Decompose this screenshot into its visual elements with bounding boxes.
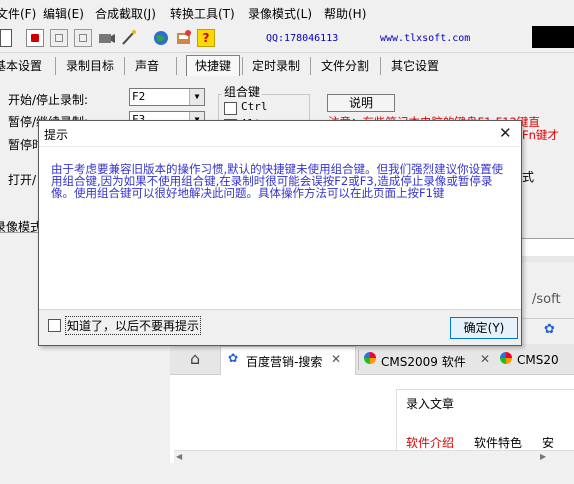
menu-convert-tools[interactable]: 转换工具(T) (170, 5, 235, 22)
tab-sound[interactable]: 声音 (135, 57, 159, 74)
tab-hotkeys[interactable]: 快捷键 (195, 57, 231, 74)
ctrl-label: Ctrl (241, 100, 268, 113)
divider (0, 232, 42, 233)
note-line-2: Fn键才 (522, 128, 559, 142)
content-tab-more[interactable]: 安 (542, 434, 554, 451)
brush-icon (122, 30, 136, 45)
scroll-left-icon[interactable]: ◀ (176, 452, 182, 461)
stop-button[interactable] (74, 29, 92, 47)
record-button[interactable] (26, 29, 44, 47)
explain-button[interactable]: 说明 (327, 94, 395, 112)
tip-dialog: 提示 ✕ 由于考虑要兼容旧版本的操作习惯,默认的快捷键未使用组合键。但我们强烈建… (38, 120, 522, 346)
tab-target[interactable]: 录制目标 (66, 57, 114, 74)
menu-help[interactable]: 帮助(H) (324, 5, 366, 22)
group-title: 组合键 (222, 83, 263, 100)
tab-basic[interactable]: 基本设置 (0, 57, 42, 74)
ctrl-checkbox[interactable] (224, 102, 237, 115)
web-button[interactable] (152, 29, 170, 47)
background-input (520, 238, 574, 258)
tab-divider (310, 57, 311, 75)
menu-bar: 文件(F) 编辑(E) 合成截取(J) 转换工具(T) 录像模式(L) 帮助(H… (0, 0, 574, 26)
paw-icon: ✿ (544, 322, 555, 337)
menu-record-mode[interactable]: 录像模式(L) (248, 5, 312, 22)
browser-bottom (170, 463, 574, 484)
content-tab-intro[interactable]: 软件介绍 (406, 434, 454, 451)
tab-other[interactable]: 其它设置 (391, 57, 439, 74)
browser-tab-label: 百度营销-搜索 (246, 355, 323, 369)
preview-box (532, 26, 574, 48)
menu-compose[interactable]: 合成截取(J) (95, 5, 156, 22)
pause-button[interactable] (50, 29, 68, 47)
section-title: 录入文章 (406, 397, 455, 411)
start-stop-select[interactable]: F2 ▼ (129, 88, 205, 106)
camera-icon (99, 34, 115, 43)
divider (520, 318, 574, 319)
record-icon (31, 34, 39, 42)
chevron-down-icon: ▼ (189, 89, 204, 105)
website-link[interactable]: www.tlxsoft.com (380, 33, 470, 44)
register-button[interactable] (175, 29, 193, 47)
menu-edit[interactable]: 编辑(E) (43, 5, 84, 22)
close-tab-icon[interactable]: ✕ (480, 352, 490, 366)
camera-button[interactable] (98, 29, 116, 47)
brush-button[interactable] (120, 29, 138, 47)
ok-button[interactable]: 确定(Y) (450, 317, 518, 339)
browser-tab-label[interactable]: CMS20 (517, 353, 559, 367)
dont-show-again-label[interactable]: 知道了，以后不要再提示 (65, 316, 202, 335)
settings-tabs: 基本设置 录制目标 声音 快捷键 定时录制 文件分割 其它设置 (0, 54, 574, 78)
open-label: 打开/ (8, 173, 37, 187)
close-tab-icon[interactable]: ✕ (331, 352, 341, 366)
close-icon[interactable]: ✕ (499, 124, 512, 142)
stop-icon (79, 34, 87, 42)
toolbar: ? QQ:178046113 www.tlxsoft.com (0, 26, 574, 53)
home-icon[interactable]: ⌂ (190, 349, 200, 368)
tab-divider (124, 57, 125, 75)
question-icon: ? (202, 31, 210, 45)
side-text: 式 (522, 170, 535, 184)
browser-tab-label[interactable]: CMS2009 软件 (381, 353, 466, 370)
cms-icon (364, 352, 376, 364)
dialog-message: 由于考虑要兼容旧版本的操作习惯,默认的快捷键未使用组合键。但我们强烈建议你设置使… (51, 162, 504, 200)
scroll-right-icon[interactable]: ▶ (540, 452, 546, 461)
start-stop-value: F2 (132, 90, 146, 103)
pause-icon (55, 34, 63, 42)
help-button[interactable]: ? (197, 29, 215, 47)
new-file-icon[interactable] (0, 29, 12, 47)
baidu-paw-icon: ✿ (228, 351, 239, 365)
start-stop-label: 开始/停止录制: (8, 93, 89, 107)
divider (358, 350, 359, 370)
tab-divider (380, 57, 381, 75)
menu-file[interactable]: 文件(F) (0, 5, 36, 22)
globe-icon (154, 31, 168, 45)
dialog-title: 提示 (44, 128, 69, 142)
tab-scheduled[interactable]: 定时录制 (252, 57, 300, 74)
browser-address[interactable]: /soft (532, 292, 561, 307)
tab-divider (55, 57, 56, 75)
tab-divider (176, 57, 177, 75)
cms-icon (500, 352, 512, 364)
qq-link[interactable]: QQ:178046113 (266, 33, 338, 44)
tab-file-split[interactable]: 文件分割 (321, 57, 369, 74)
content-tab-features[interactable]: 软件特色 (474, 434, 522, 451)
tab-divider (242, 57, 243, 75)
dont-show-again-checkbox[interactable] (48, 319, 61, 332)
dialog-title-bar: 提示 ✕ (39, 121, 521, 146)
register-icon (177, 30, 191, 44)
